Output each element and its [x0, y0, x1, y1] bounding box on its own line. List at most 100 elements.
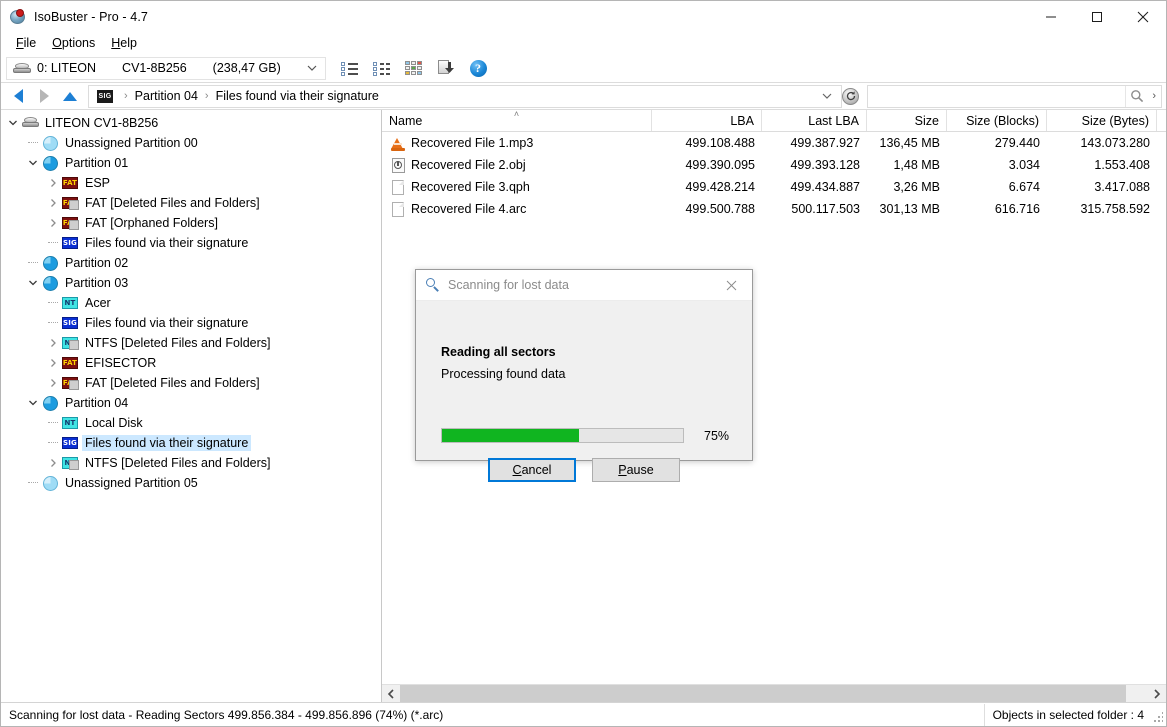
file-row[interactable]: Recovered File 3.qph 499.428.214 499.434.8…: [382, 176, 1166, 198]
horizontal-scrollbar[interactable]: [382, 684, 1166, 702]
breadcrumb: SIG › Partition 04 › Files found via the…: [88, 84, 842, 108]
breadcrumb-item-signature-files[interactable]: Files found via their signature: [216, 89, 379, 103]
tree-node[interactable]: Partition 01: [1, 153, 381, 173]
tree-line-connector: [45, 235, 61, 251]
cell-text: 3.034: [1008, 158, 1040, 172]
tree-node[interactable]: FAT FAT [Deleted Files and Folders]: [1, 373, 381, 393]
list-view-icon: [340, 61, 360, 76]
tree-expander-closed-icon[interactable]: [45, 455, 61, 471]
cell-lba: 499.390.095: [652, 154, 762, 176]
tree-expander-closed-icon[interactable]: [45, 195, 61, 211]
detail-view-button[interactable]: [367, 56, 397, 81]
minimize-button[interactable]: [1028, 1, 1074, 32]
cell-size: 3,26 MB: [867, 176, 947, 198]
cell-last-lba: 499.434.887: [762, 176, 867, 198]
tree-expander-closed-icon[interactable]: [45, 175, 61, 191]
tree-expander-open-icon[interactable]: [25, 275, 41, 291]
cancel-button[interactable]: Cancel: [488, 458, 576, 482]
forward-arrow-icon: [39, 89, 49, 103]
search-input[interactable]: [868, 86, 1126, 106]
tree-node[interactable]: LITEON CV1-8B256: [1, 113, 381, 133]
column-header-lba[interactable]: LBA: [652, 110, 762, 131]
device-tree[interactable]: LITEON CV1-8B256 Unassigned Partition 00 P…: [1, 110, 382, 702]
tree-node[interactable]: Partition 03: [1, 273, 381, 293]
file-row[interactable]: Recovered File 4.arc 499.500.788 500.117.5…: [382, 198, 1166, 220]
search-box[interactable]: ›: [867, 84, 1162, 108]
cell-text: 499.428.214: [685, 180, 755, 194]
drive-selector[interactable]: 0: LITEON CV1-8B256 (238,47 GB): [6, 56, 326, 80]
tree-node[interactable]: Unassigned Partition 05: [1, 473, 381, 493]
cell-size: 136,45 MB: [867, 132, 947, 154]
tree-expander-open-icon[interactable]: [25, 155, 41, 171]
tree-node[interactable]: Partition 04: [1, 393, 381, 413]
tree-node[interactable]: FAT FAT [Orphaned Folders]: [1, 213, 381, 233]
column-header-last-lba[interactable]: Last LBA: [762, 110, 867, 131]
tree-expander-open-icon[interactable]: [5, 115, 21, 131]
tree-expander-closed-icon[interactable]: [45, 215, 61, 231]
tree-expander-closed-icon[interactable]: [45, 335, 61, 351]
cell-last-lba: 499.387.927: [762, 132, 867, 154]
column-header-size[interactable]: Size: [867, 110, 947, 131]
grid-view-button[interactable]: [399, 56, 429, 81]
dialog-close-button[interactable]: [710, 270, 752, 300]
scrollbar-track[interactable]: [400, 685, 1148, 702]
menu-bar: File Options Help: [1, 32, 1166, 54]
scroll-left-button[interactable]: [382, 685, 400, 702]
maximize-button[interactable]: [1074, 1, 1120, 32]
tree-node[interactable]: SIG Files found via their signature: [1, 313, 381, 333]
extract-button[interactable]: [431, 56, 461, 81]
tree-expander-closed-icon[interactable]: [45, 375, 61, 391]
tree-line-connector: [25, 135, 41, 151]
column-header-size-bytes[interactable]: Size (Bytes): [1047, 110, 1157, 131]
tree-expander-closed-icon[interactable]: [45, 355, 61, 371]
column-header-name[interactable]: ˄ Name: [382, 110, 652, 131]
up-button[interactable]: [57, 84, 83, 108]
menu-options[interactable]: Options: [44, 34, 103, 52]
tree-node[interactable]: SIG Files found via their signature: [1, 233, 381, 253]
breadcrumb-item-partition-04[interactable]: Partition 04: [135, 89, 198, 103]
status-bar: Scanning for lost data - Reading Sectors…: [1, 702, 1166, 726]
isobuster-window: IsoBuster - Pro - 4.7 File Options Help …: [0, 0, 1167, 727]
refresh-icon[interactable]: [842, 87, 859, 105]
column-header-label: Size (Blocks): [966, 113, 1039, 128]
tree-node[interactable]: FAT EFISECTOR: [1, 353, 381, 373]
pause-button[interactable]: Pause: [592, 458, 680, 482]
scroll-right-button[interactable]: [1148, 685, 1166, 702]
tree-node[interactable]: NT NTFS [Deleted Files and Folders]: [1, 333, 381, 353]
tree-node-label: Partition 04: [65, 396, 129, 410]
cell-text: Recovered File 4.arc: [411, 202, 527, 216]
unassigned-partition-icon: [42, 475, 58, 491]
menu-help[interactable]: Help: [103, 34, 145, 52]
tree-node[interactable]: NT Local Disk: [1, 413, 381, 433]
tree-node-label: FAT [Deleted Files and Folders]: [85, 376, 260, 390]
tree-node[interactable]: FAT FAT [Deleted Files and Folders]: [1, 193, 381, 213]
fat-deleted-icon: FAT: [62, 217, 79, 230]
tree-node[interactable]: Partition 02: [1, 253, 381, 273]
scrollbar-thumb[interactable]: [400, 685, 1126, 702]
help-button[interactable]: ?: [463, 56, 493, 81]
forward-button[interactable]: [31, 84, 57, 108]
cell-text: 499.390.095: [685, 158, 755, 172]
tree-node[interactable]: SIG Files found via their signature: [1, 433, 381, 453]
back-arrow-icon: [13, 89, 23, 103]
column-header-size-blocks[interactable]: Size (Blocks): [947, 110, 1047, 131]
file-row[interactable]: Recovered File 2.obj 499.390.095 499.393.1…: [382, 154, 1166, 176]
resize-grip-icon[interactable]: [1151, 711, 1163, 723]
tree-node[interactable]: FAT ESP: [1, 173, 381, 193]
file-row[interactable]: Recovered File 1.mp3 499.108.488 499.387.9…: [382, 132, 1166, 154]
search-icon[interactable]: [1125, 85, 1147, 107]
tree-node[interactable]: Unassigned Partition 00: [1, 133, 381, 153]
chevron-down-icon[interactable]: [307, 61, 317, 75]
list-view-button[interactable]: [335, 56, 365, 81]
cell-text: 301,13 MB: [879, 202, 940, 216]
breadcrumb-dropdown-icon[interactable]: [813, 89, 841, 103]
cell-text: Recovered File 1.mp3: [411, 136, 534, 150]
close-button[interactable]: [1120, 1, 1166, 32]
search-options-chevron-icon[interactable]: ›: [1147, 90, 1161, 102]
menu-file[interactable]: File: [8, 34, 44, 52]
tree-node[interactable]: NT Acer: [1, 293, 381, 313]
tree-node-label: ESP: [85, 176, 111, 190]
tree-node[interactable]: NT NTFS [Deleted Files and Folders]: [1, 453, 381, 473]
back-button[interactable]: [5, 84, 31, 108]
tree-expander-open-icon[interactable]: [25, 395, 41, 411]
